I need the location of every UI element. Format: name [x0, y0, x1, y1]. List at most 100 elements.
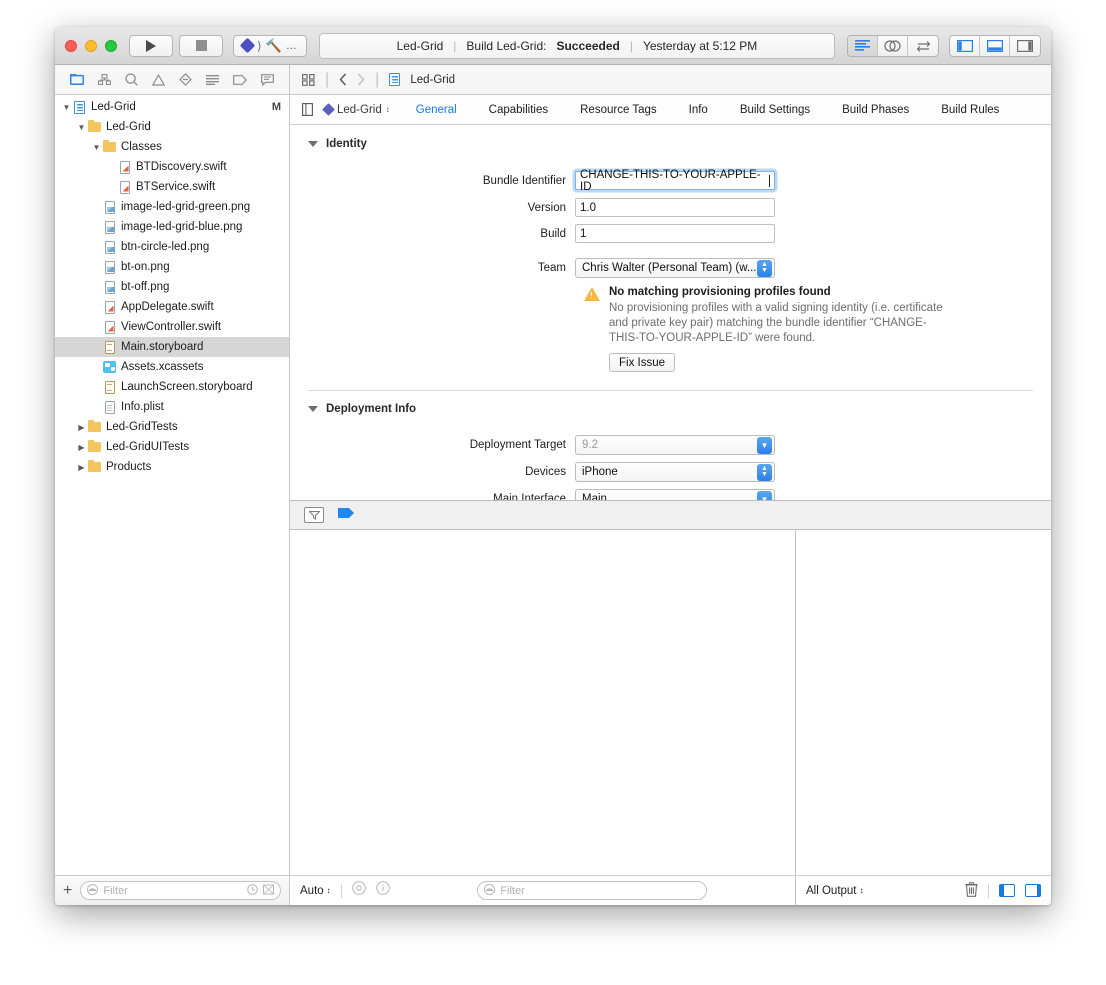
deployment-section-header[interactable]: Deployment Info	[308, 403, 1051, 415]
info-icon[interactable]	[375, 881, 390, 900]
tree-item-status-flag: M	[271, 101, 281, 113]
toggle-debug-area-button[interactable]	[980, 35, 1010, 56]
main-interface-popup[interactable]: Main ▼	[575, 489, 775, 500]
identity-section-header[interactable]: Identity	[308, 138, 1051, 150]
disclosure-triangle-icon[interactable]	[308, 406, 318, 412]
editor-mode-segment[interactable]	[847, 34, 939, 57]
tab-info[interactable]: Info	[673, 104, 724, 116]
project-outline-toggle[interactable]	[296, 103, 318, 116]
team-popup[interactable]: Chris Walter (Personal Team) (w... ▲ ▼	[575, 258, 775, 278]
eye-icon[interactable]	[351, 881, 366, 900]
tree-item[interactable]: image-led-grid-green.png	[55, 197, 289, 217]
stop-button[interactable]	[179, 34, 223, 57]
tree-item[interactable]: ▶ Products	[55, 457, 289, 477]
variable-scope-popup[interactable]: Auto ↕	[300, 885, 331, 897]
related-items-icon[interactable]	[302, 73, 315, 86]
chevron-right-icon[interactable]	[357, 73, 365, 86]
team-label: Team	[537, 262, 566, 274]
clock-icon[interactable]	[247, 882, 258, 900]
close-button[interactable]	[65, 39, 77, 52]
tab-build-rules[interactable]: Build Rules	[925, 104, 1015, 116]
tree-item[interactable]: AppDelegate.swift	[55, 297, 289, 317]
disclosure-triangle-icon[interactable]	[308, 141, 318, 147]
add-file-button[interactable]: +	[63, 882, 72, 899]
disclosure-twisty[interactable]: ▶	[76, 423, 87, 432]
tree-item[interactable]: ▼ Led-Grid M	[55, 97, 289, 117]
tree-item[interactable]: BTService.swift	[55, 177, 289, 197]
issue-navigator-icon[interactable]	[152, 73, 165, 86]
tab-general[interactable]: General	[400, 104, 473, 116]
zoom-button[interactable]	[105, 39, 117, 52]
disclosure-twisty[interactable]: ▶	[76, 463, 87, 472]
standard-editor-button[interactable]	[848, 35, 878, 56]
report-navigator-icon[interactable]	[261, 73, 274, 86]
navigator-pane-icon	[956, 39, 973, 52]
tree-item[interactable]: Assets.xcassets	[55, 357, 289, 377]
toggle-utilities-button[interactable]	[1010, 36, 1040, 56]
provisioning-warning: No matching provisioning profiles found …	[575, 286, 1051, 372]
tree-item-label: image-led-grid-green.png	[121, 201, 251, 213]
symbol-navigator-icon[interactable]	[98, 74, 111, 85]
tree-item[interactable]: Info.plist	[55, 397, 289, 417]
view-toggles-segment[interactable]	[949, 34, 1041, 57]
tree-item[interactable]: ViewController.swift	[55, 317, 289, 337]
devices-popup[interactable]: iPhone ▲ ▼	[575, 462, 775, 482]
warning-title: No matching provisioning profiles found	[609, 286, 831, 298]
debug-navigator-icon[interactable]	[206, 74, 219, 85]
footer-divider	[988, 883, 989, 898]
tree-item[interactable]: BTDiscovery.swift	[55, 157, 289, 177]
variables-filter-field[interactable]: Filter	[477, 881, 708, 900]
tree-item[interactable]: bt-on.png	[55, 257, 289, 277]
breakpoint-navigator-icon[interactable]	[233, 74, 247, 85]
target-popup[interactable]: Led-Grid ↕	[318, 103, 400, 116]
debug-filter-icon[interactable]	[304, 507, 324, 523]
assistant-editor-button[interactable]	[878, 35, 908, 56]
tab-build-settings[interactable]: Build Settings	[724, 104, 826, 116]
run-button[interactable]	[129, 34, 173, 57]
disclosure-twisty[interactable]: ▼	[61, 103, 72, 112]
disclosure-twisty[interactable]: ▶	[76, 443, 87, 452]
console-output-popup[interactable]: All Output ↕	[806, 885, 864, 897]
tree-item[interactable]: btn-circle-led.png	[55, 237, 289, 257]
version-editor-button[interactable]	[908, 36, 938, 56]
tree-item[interactable]: image-led-grid-blue.png	[55, 217, 289, 237]
tab-resource-tags[interactable]: Resource Tags	[564, 104, 673, 116]
toggle-navigator-button[interactable]	[950, 35, 980, 56]
tree-item[interactable]: Main.storyboard	[55, 337, 289, 357]
test-navigator-icon[interactable]	[179, 73, 192, 86]
tab-build-phases[interactable]: Build Phases	[826, 104, 925, 116]
tree-item[interactable]: ▼ Led-Grid	[55, 117, 289, 137]
source-control-filter-icon[interactable]	[263, 882, 274, 900]
tree-item-label: Assets.xcassets	[121, 361, 204, 373]
tree-item[interactable]: ▼ Classes	[55, 137, 289, 157]
disclosure-twisty[interactable]: ▼	[91, 143, 102, 152]
tree-item[interactable]: ▶ Led-GridTests	[55, 417, 289, 437]
version-row: Version 1.0	[308, 198, 1051, 217]
scheme-selector[interactable]: ⟩ 🔨 …	[233, 34, 307, 57]
show-variables-icon[interactable]	[999, 884, 1015, 897]
status-action: Build Led-Grid:	[466, 38, 547, 53]
tree-item[interactable]: LaunchScreen.storyboard	[55, 377, 289, 397]
bundle-identifier-input[interactable]: CHANGE-THIS-TO-YOUR-APPLE-ID	[575, 169, 775, 193]
deployment-target-popup[interactable]: 9.2 ▼	[575, 435, 775, 455]
breakpoint-flag-icon[interactable]	[338, 506, 355, 525]
tree-item-label: image-led-grid-blue.png	[121, 221, 243, 233]
variables-list[interactable]	[290, 530, 795, 875]
chevron-left-icon[interactable]	[339, 73, 347, 86]
version-input[interactable]: 1.0	[575, 198, 775, 217]
fix-issue-button[interactable]: Fix Issue	[609, 353, 676, 372]
build-input[interactable]: 1	[575, 224, 775, 243]
tree-item[interactable]: ▶ Led-GridUITests	[55, 437, 289, 457]
tab-capabilities[interactable]: Capabilities	[473, 104, 564, 116]
file-tree[interactable]: ▼ Led-Grid M ▼ Led-Grid ▼ Classes BTDiscovery.s…	[55, 95, 289, 875]
disclosure-twisty[interactable]: ▼	[76, 123, 87, 132]
minimize-button[interactable]	[85, 39, 97, 52]
project-navigator-icon[interactable]	[70, 74, 84, 85]
console-output[interactable]	[796, 530, 1051, 875]
show-console-icon[interactable]	[1025, 884, 1041, 897]
find-navigator-icon[interactable]	[125, 73, 138, 86]
jump-bar-title[interactable]: Led-Grid	[410, 74, 455, 86]
trash-icon[interactable]	[965, 881, 978, 900]
tree-item[interactable]: bt-off.png	[55, 277, 289, 297]
navigator-filter-field[interactable]: Filter	[80, 881, 281, 900]
